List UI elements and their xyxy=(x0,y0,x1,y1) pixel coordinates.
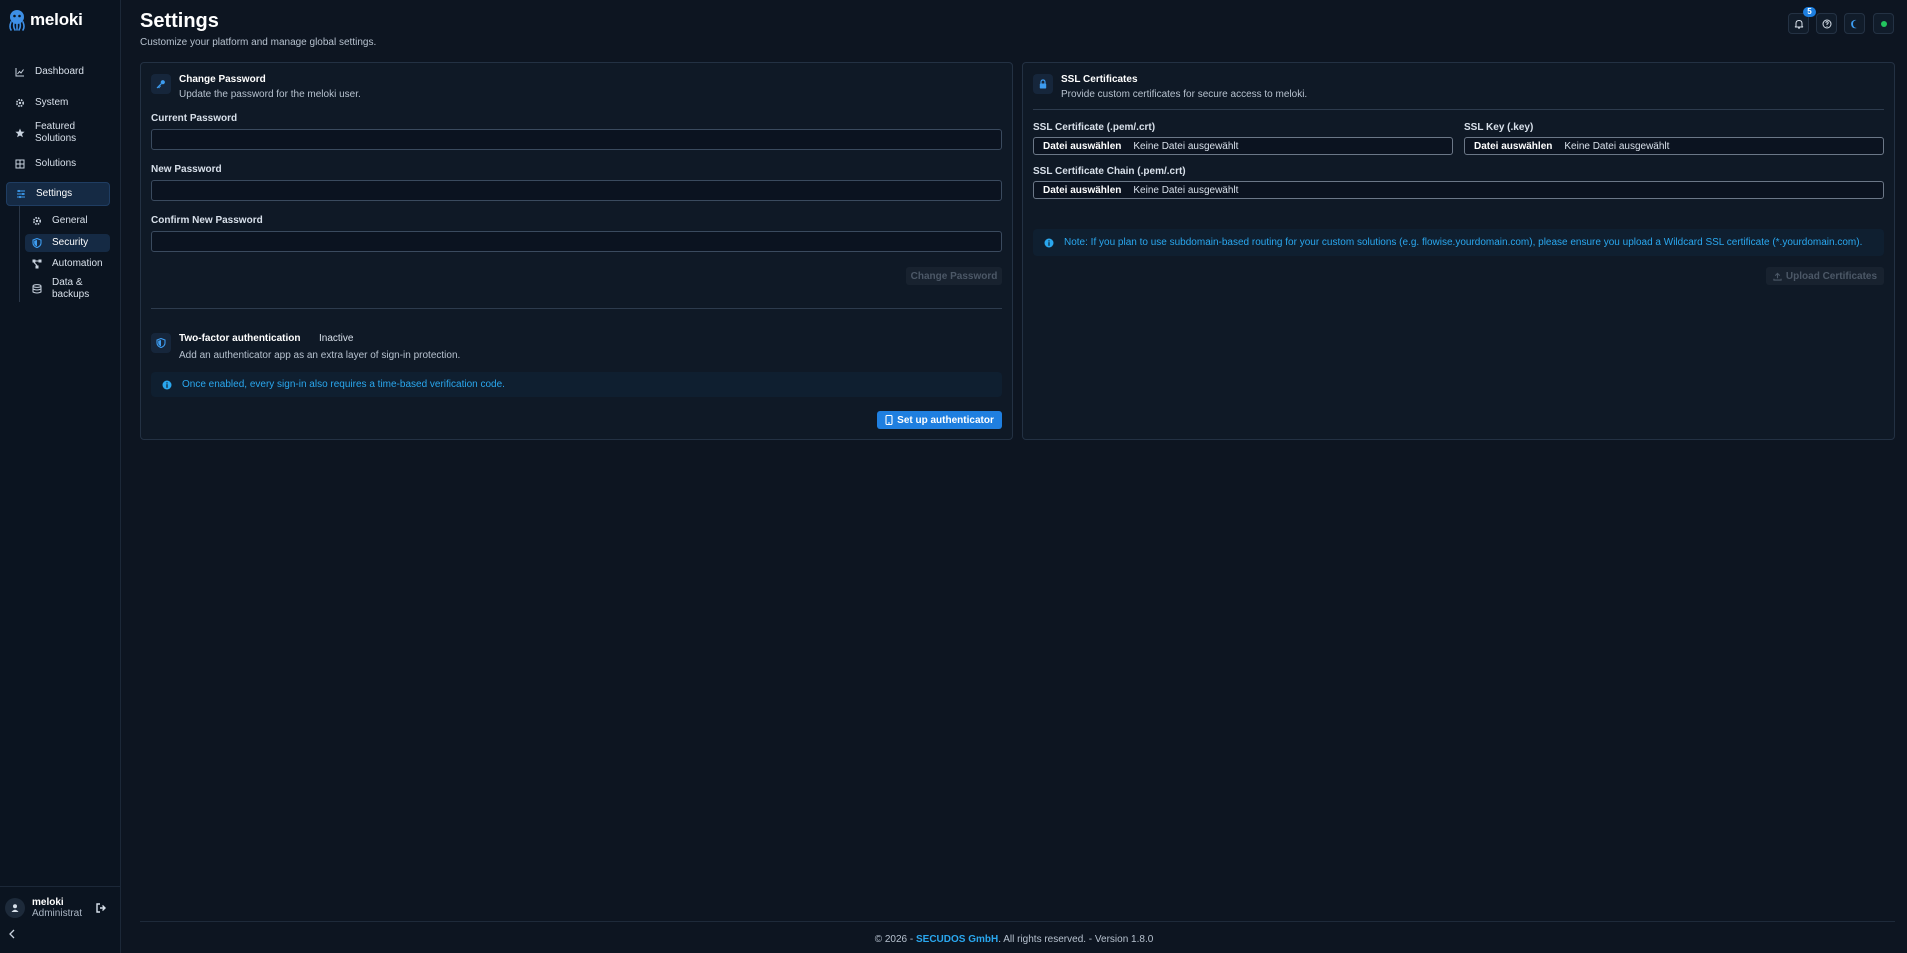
choose-file-button[interactable]: Datei auswählen xyxy=(1034,185,1127,196)
sliders-icon xyxy=(11,189,31,199)
setup-authenticator-label: Set up authenticator xyxy=(897,414,994,426)
twofa-description: Add an authenticator app as an extra lay… xyxy=(179,350,461,361)
footer-company-link[interactable]: SECUDOS GmbH xyxy=(916,934,998,945)
sidebar-item-label: Solutions xyxy=(35,158,77,169)
info-icon xyxy=(160,380,174,390)
logout-icon[interactable] xyxy=(95,902,107,914)
card-description: Update the password for the meloki user. xyxy=(179,89,361,100)
sidebar-item-label: Dashboard xyxy=(35,66,84,77)
footer: © 2026 - SECUDOS GmbH. All rights reserv… xyxy=(0,934,1907,945)
section-divider xyxy=(151,308,1002,309)
theme-toggle-button[interactable] xyxy=(1844,13,1865,34)
card-description: Provide custom certificates for secure a… xyxy=(1061,89,1308,100)
section-divider xyxy=(1033,109,1884,110)
sidebar-subitem-data-backups[interactable]: Data & backups xyxy=(25,276,110,302)
system-status-button[interactable] xyxy=(1873,13,1894,34)
sidebar-subitem-automation[interactable]: Automation xyxy=(25,256,110,272)
current-password-label: Current Password xyxy=(151,113,238,124)
current-password-input[interactable] xyxy=(151,129,1002,150)
new-password-input[interactable] xyxy=(151,180,1002,201)
ssl-certificate-label: SSL Certificate (.pem/.crt) xyxy=(1033,122,1156,133)
grid-icon xyxy=(10,159,30,169)
moon-icon xyxy=(1850,19,1857,28)
sidebar-divider xyxy=(0,886,121,887)
ssl-chain-label: SSL Certificate Chain (.pem/.crt) xyxy=(1033,166,1186,177)
sidebar-subitem-security[interactable]: Security xyxy=(25,234,110,252)
password-card: Change Password Update the password for … xyxy=(140,62,1013,440)
gear-icon xyxy=(30,216,44,226)
confirm-password-label: Confirm New Password xyxy=(151,215,263,226)
file-name-text: Keine Datei ausgewählt xyxy=(1133,140,1239,152)
footer-copyright: © 2026 - xyxy=(874,934,914,945)
new-password-label: New Password xyxy=(151,164,222,175)
status-online-dot xyxy=(1880,20,1887,27)
avatar[interactable] xyxy=(5,898,25,918)
database-icon xyxy=(30,284,44,294)
file-name-text: Keine Datei ausgewählt xyxy=(1564,140,1670,152)
bell-icon xyxy=(1794,19,1803,29)
sidebar-item-solutions[interactable]: Solutions xyxy=(6,156,110,172)
sidebar-item-label: Settings xyxy=(36,188,73,199)
sidebar-item-dashboard[interactable]: Dashboard xyxy=(6,64,110,80)
footer-version: . All rights reserved. - Version 1.8.0 xyxy=(998,934,1154,945)
confirm-password-input[interactable] xyxy=(151,231,1002,252)
setup-authenticator-button[interactable]: Set up authenticator xyxy=(877,411,1002,429)
ssl-certificate-file-input[interactable]: Datei auswählen Keine Datei ausgewählt xyxy=(1033,137,1453,155)
twofa-info-text: Once enabled, every sign-in also require… xyxy=(182,379,505,390)
sidebar-item-featured-solutions[interactable]: Featured Solutions xyxy=(6,120,110,146)
info-icon xyxy=(1042,238,1056,248)
shield-icon xyxy=(151,333,171,353)
upload-certificates-label: Upload Certificates xyxy=(1785,270,1878,282)
sidebar-subitem-general[interactable]: General xyxy=(25,213,110,229)
lock-icon xyxy=(1033,74,1053,94)
help-circle-icon xyxy=(1822,19,1831,28)
key-icon xyxy=(151,74,171,94)
card-title: Change Password xyxy=(179,74,266,85)
shield-icon xyxy=(30,238,44,248)
octopus-logo-icon xyxy=(9,10,25,31)
choose-file-button[interactable]: Datei auswählen xyxy=(1034,141,1127,152)
ssl-key-label: SSL Key (.key) xyxy=(1464,122,1534,133)
ssl-note-text: Note: If you plan to use subdomain-based… xyxy=(1064,237,1863,248)
sidebar-item-label: System xyxy=(35,97,69,108)
choose-file-button[interactable]: Datei auswählen xyxy=(1465,141,1558,152)
user-name: meloki xyxy=(32,897,64,908)
card-title: SSL Certificates xyxy=(1061,74,1138,85)
workflow-icon xyxy=(30,259,44,269)
notification-badge: 5 xyxy=(1803,7,1816,17)
upload-icon xyxy=(1773,272,1782,281)
ssl-key-file-input[interactable]: Datei auswählen Keine Datei ausgewählt xyxy=(1464,137,1884,155)
sidebar-subitem-label: Security xyxy=(52,237,89,248)
user-role: Administrator xyxy=(32,908,82,919)
user-icon xyxy=(11,904,19,912)
help-button[interactable] xyxy=(1816,13,1837,34)
ssl-chain-file-input[interactable]: Datei auswählen Keine Datei ausgewählt xyxy=(1033,181,1884,199)
page-title: Settings xyxy=(140,10,219,32)
app-name: meloki xyxy=(30,10,83,29)
sidebar-subitem-label: Data & backups xyxy=(52,277,90,300)
chart-line-icon xyxy=(10,67,30,77)
twofa-info-box: Once enabled, every sign-in also require… xyxy=(151,372,1002,397)
app-logo[interactable]: meloki xyxy=(7,9,83,31)
star-icon xyxy=(10,128,30,138)
sidebar-item-system[interactable]: System xyxy=(6,95,110,111)
upload-certificates-button[interactable]: Upload Certificates xyxy=(1766,267,1884,285)
smartphone-icon xyxy=(885,415,893,425)
footer-divider xyxy=(140,921,1895,922)
twofa-title: Two-factor authentication xyxy=(179,333,301,344)
sidebar: meloki Dashboard System Featured Solutio… xyxy=(0,0,121,953)
ssl-card: SSL Certificates Provide custom certific… xyxy=(1022,62,1895,440)
ssl-note-box: Note: If you plan to use subdomain-based… xyxy=(1033,229,1884,256)
sidebar-item-label: Featured Solutions xyxy=(35,121,77,144)
sidebar-item-settings[interactable]: Settings xyxy=(6,182,110,206)
page-subtitle: Customize your platform and manage globa… xyxy=(140,37,377,48)
file-name-text: Keine Datei ausgewählt xyxy=(1133,184,1239,196)
status-badge: Inactive xyxy=(319,333,354,344)
gear-icon xyxy=(10,98,30,108)
sidebar-subitem-label: Automation xyxy=(52,258,103,269)
change-password-button[interactable]: Change Password xyxy=(906,267,1002,285)
sidebar-subitem-label: General xyxy=(52,215,88,226)
submenu-guide-line xyxy=(19,206,20,302)
